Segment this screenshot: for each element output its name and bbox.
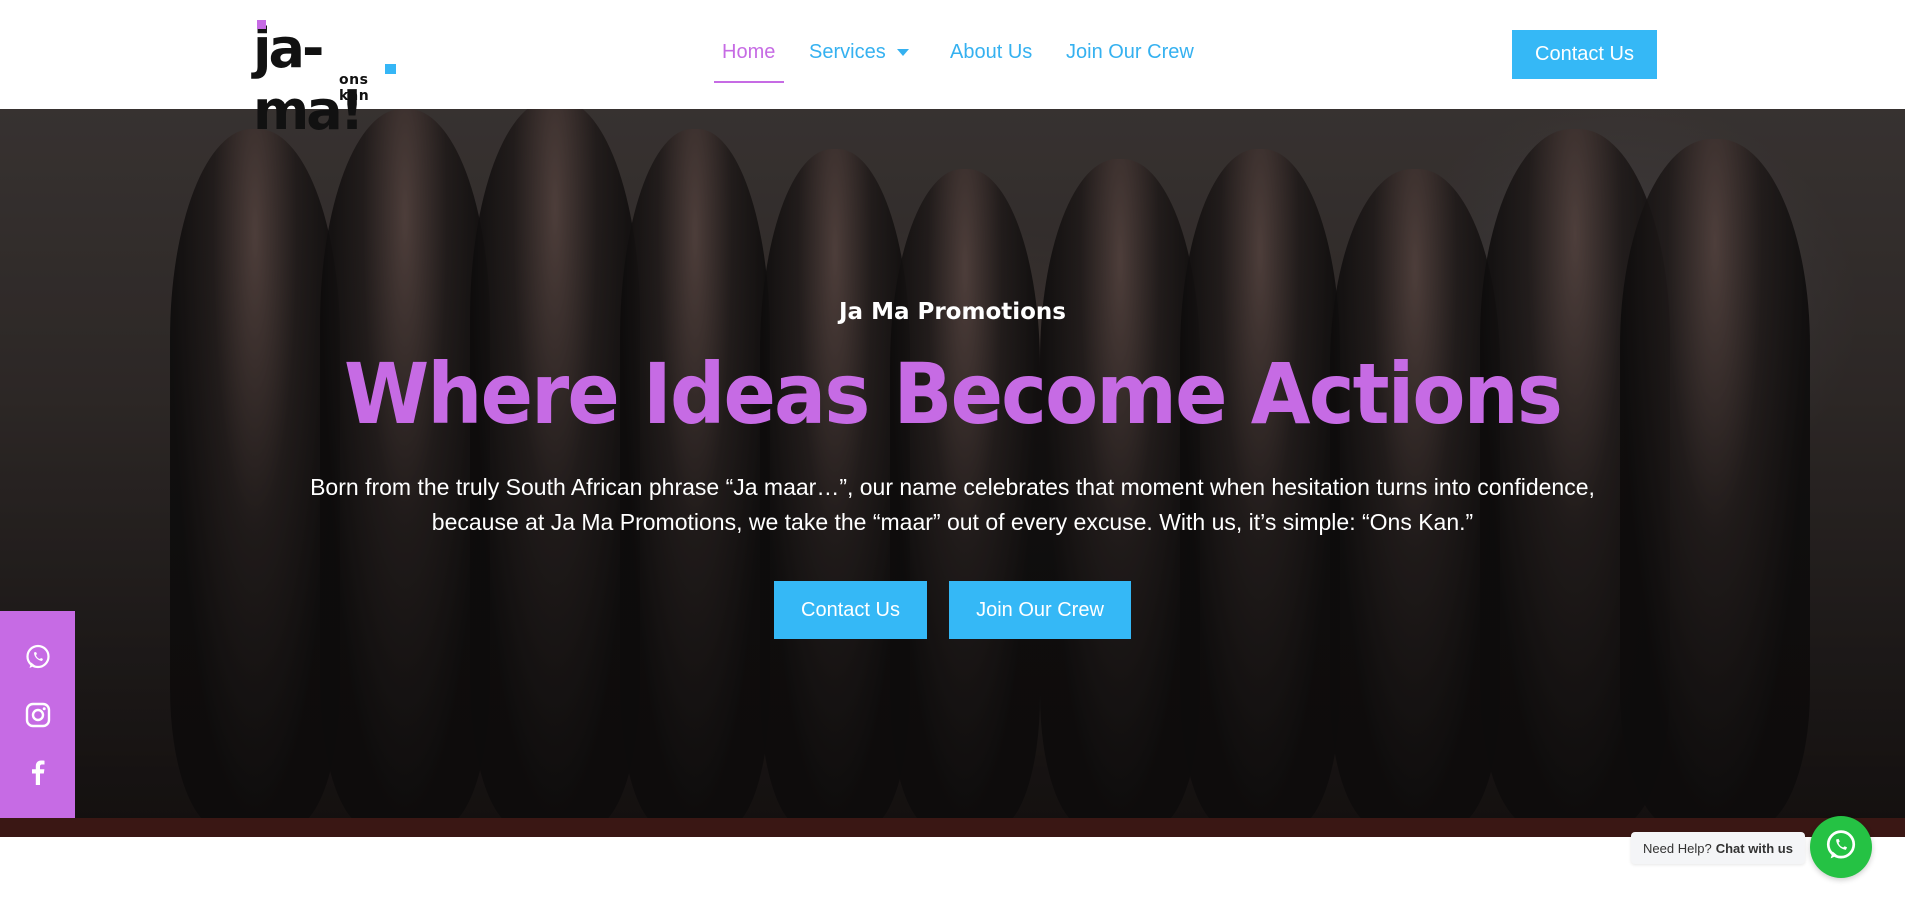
whatsapp-icon: [1824, 828, 1858, 867]
hero-title: Where Ideas Become Actions: [343, 345, 1563, 443]
chat-tooltip[interactable]: Need Help? Chat with us: [1631, 832, 1805, 864]
whatsapp-icon[interactable]: [24, 643, 52, 671]
hero-join-crew-button[interactable]: Join Our Crew: [949, 581, 1131, 639]
instagram-icon[interactable]: [24, 701, 52, 729]
chat-tooltip-prefix: Need Help?: [1643, 840, 1712, 856]
nav-item-join-crew[interactable]: Join Our Crew: [1066, 41, 1194, 64]
facebook-icon[interactable]: [24, 758, 52, 786]
hero-section: Ja Ma Promotions Where Ideas Become Acti…: [0, 109, 1905, 837]
nav-item-about[interactable]: About Us: [950, 41, 1032, 64]
hero-description-line-2: because at Ja Ma Promotions, we take the…: [431, 509, 1474, 535]
logo-accent-purple: [257, 20, 266, 29]
social-sidebar: [0, 611, 75, 818]
header-contact-button[interactable]: Contact Us: [1512, 30, 1657, 79]
hero-kicker: Ja Ma Promotions: [838, 299, 1066, 325]
brand-logo[interactable]: ja-ma! ons kan: [253, 18, 403, 142]
nav-active-indicator: [714, 81, 784, 83]
whatsapp-chat-button[interactable]: [1810, 816, 1872, 878]
chevron-down-icon[interactable]: [897, 49, 909, 56]
chat-tooltip-action: Chat with us: [1715, 840, 1793, 856]
site-header: ja-ma! ons kan Home Services About Us Jo…: [0, 0, 1905, 142]
hero-description-line-1: Born from the truly South African phrase…: [310, 474, 1595, 500]
hero-floor-strip: [0, 818, 1905, 837]
logo-tagline: ons kan: [339, 72, 370, 104]
hero-contact-button[interactable]: Contact Us: [774, 581, 927, 639]
hero-description: Born from the truly South African phrase…: [290, 470, 1615, 540]
nav-item-home[interactable]: Home: [722, 41, 775, 64]
nav-item-services[interactable]: Services: [809, 41, 886, 64]
